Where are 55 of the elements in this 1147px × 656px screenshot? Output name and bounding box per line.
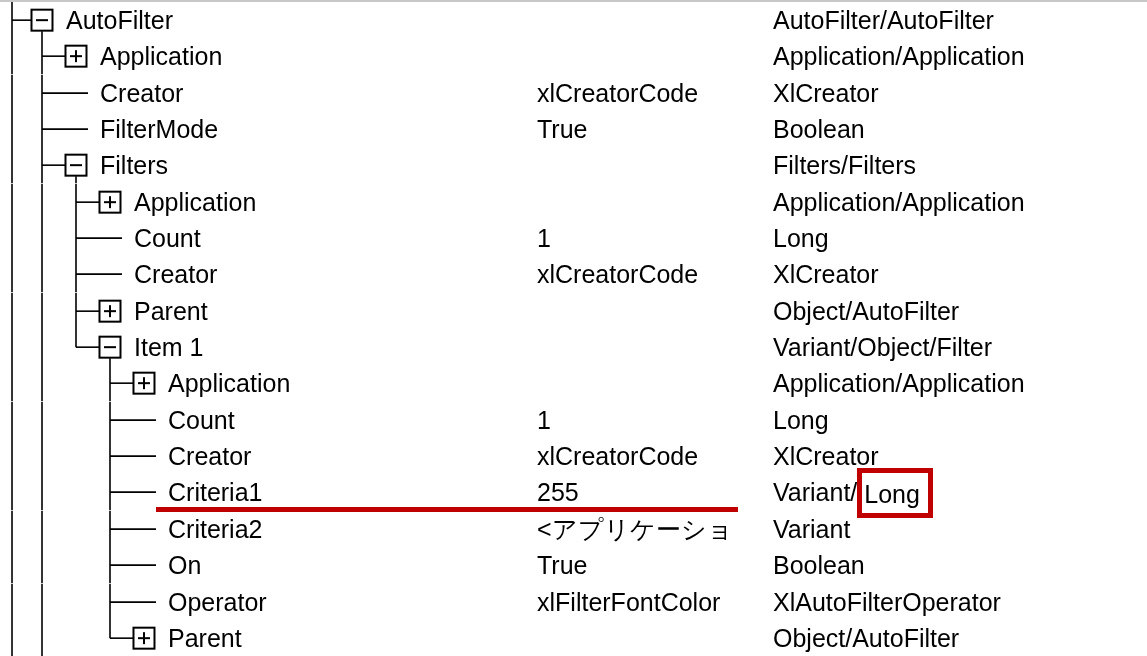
property-name[interactable]: AutoFilter [66,2,173,39]
property-name[interactable]: Operator [168,583,267,620]
property-name[interactable]: Creator [168,438,252,475]
property-value: 1 [537,223,551,255]
property-name[interactable]: Creator [100,74,184,112]
property-value: <アプリケーショ [537,513,733,545]
property-name[interactable]: Filters [100,147,169,184]
collapse-button[interactable] [64,154,88,178]
property-name[interactable]: Creator [134,256,218,293]
property-name[interactable]: Parent [134,292,208,330]
property-value: xlCreatorCode [537,77,699,109]
property-name[interactable]: FilterMode [100,111,219,148]
property-type: Variant [773,513,851,545]
property-type: Object/AutoFilter [773,622,960,654]
property-type: XlCreator [773,77,879,109]
property-type: AutoFilter/AutoFilter [773,5,994,36]
property-value: True [537,114,588,146]
property-name[interactable]: Count [168,401,235,439]
property-name[interactable]: Criteria1 [168,474,263,511]
property-name[interactable]: Item 1 [134,329,204,366]
property-type: Long [773,223,829,255]
property-name[interactable]: Count [134,220,201,257]
property-type: Application/Application [773,186,1025,218]
property-type: Boolean [773,114,865,146]
property-name[interactable]: Application [168,365,291,402]
property-type: Variant/Object/Filter [773,332,993,364]
property-name[interactable]: Application [134,183,257,221]
property-name[interactable]: Application [100,38,223,75]
property-value: 1 [537,404,551,436]
property-type: Variant/ [773,477,858,509]
expand-button[interactable] [98,190,122,214]
property-type: Application/Application [773,41,1025,73]
property-type: Filters/Filters [773,150,917,182]
property-type: Boolean [773,550,865,582]
property-name[interactable]: Parent [168,619,242,656]
property-value: xlCreatorCode [537,259,699,291]
expand-button[interactable] [64,45,88,68]
property-value: True [537,550,588,582]
highlight-box: Long [857,467,933,518]
property-type: Object/AutoFilter [773,295,960,327]
property-value: xlCreatorCode [537,441,699,473]
expand-button[interactable] [98,299,122,323]
property-type: XlCreator [773,259,879,291]
property-type: Long [773,404,829,436]
property-value: 255 [537,477,579,509]
property-name[interactable]: On [168,547,202,584]
collapse-button[interactable] [30,8,54,32]
property-value: xlFilterFontColor [537,586,721,618]
collapse-button[interactable] [98,335,122,359]
property-type: Application/Application [773,368,1025,400]
tree-lines [11,147,77,184]
expand-button[interactable] [132,626,156,650]
expand-button[interactable] [132,372,156,396]
property-type: XlAutoFilterOperator [773,586,1001,618]
property-name[interactable]: Criteria2 [168,510,263,548]
